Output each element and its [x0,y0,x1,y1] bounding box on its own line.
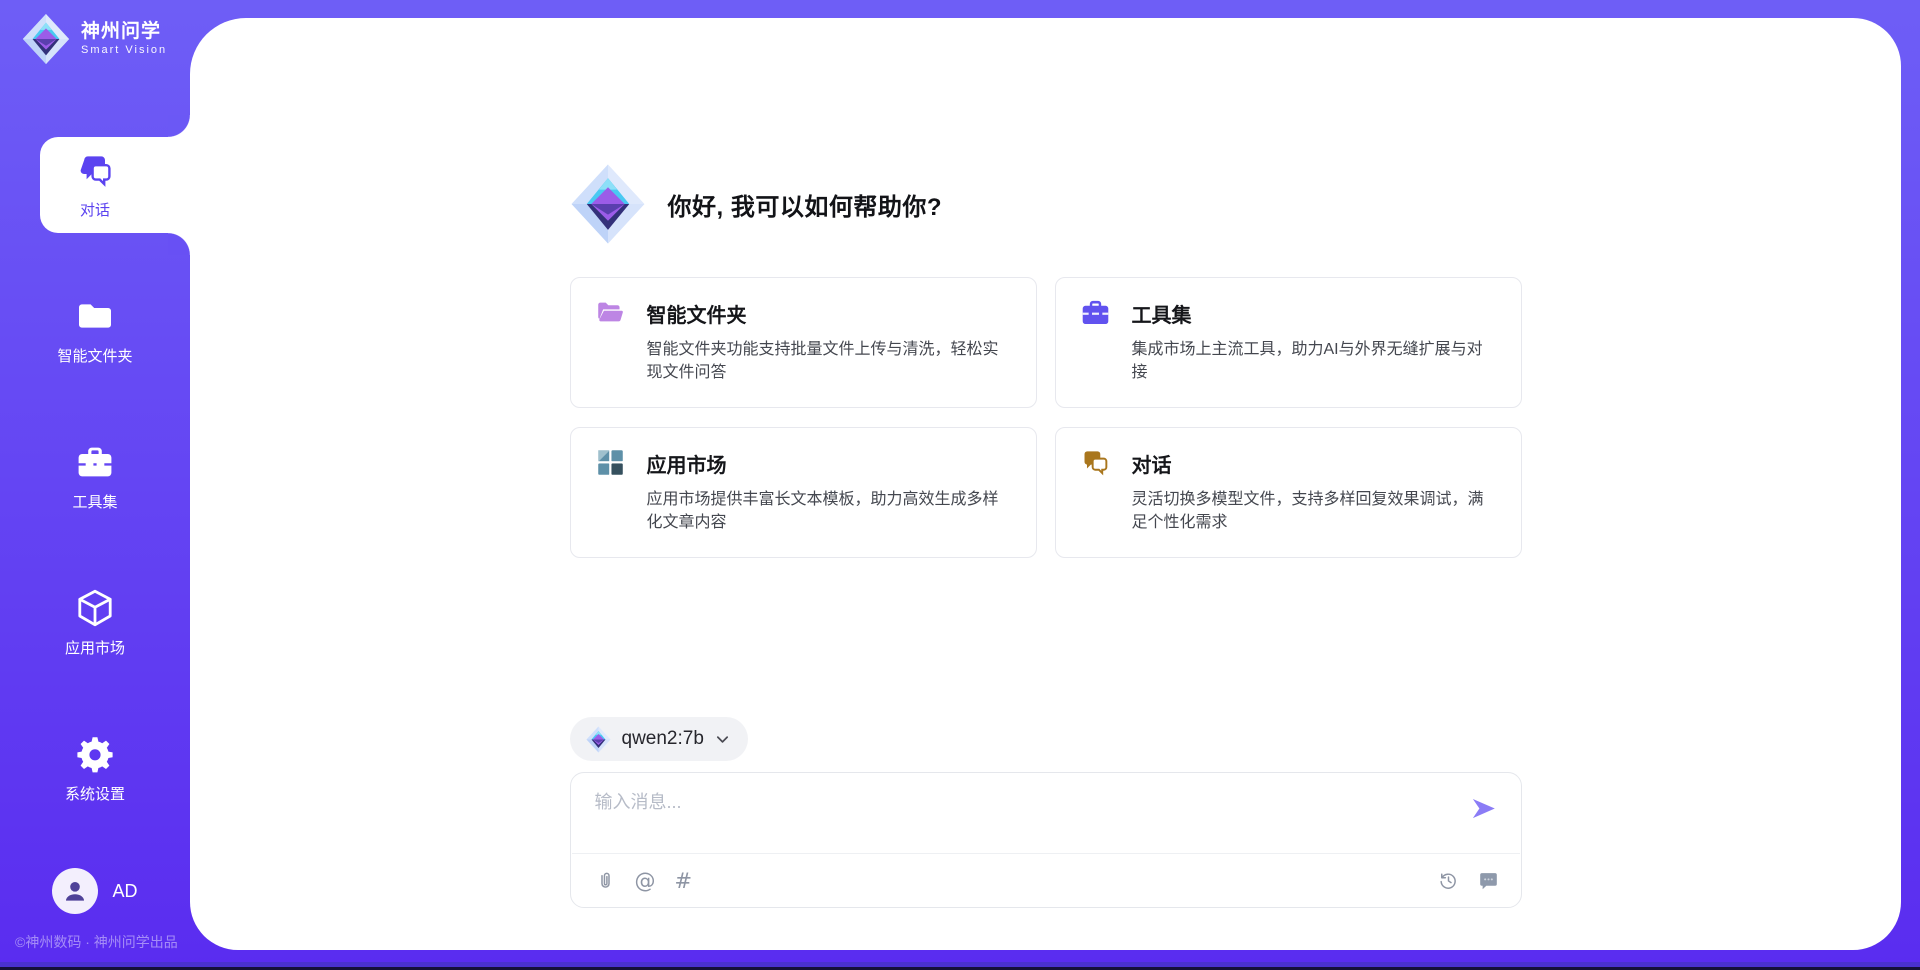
model-name: qwen2:7b [622,728,704,750]
message-input[interactable] [595,788,1435,846]
folder-icon [75,296,115,336]
attach-file-button[interactable] [595,870,616,891]
sidebar-item-toolbox[interactable]: 工具集 [0,429,190,525]
brand-title: 神州问学 [81,22,167,43]
sidebar-item-label: 应用市场 [65,637,125,658]
main-panel: 你好, 我可以如何帮助你? 智能文件夹 智能文件夹功能支持批量文件上传与清洗，轻… [190,18,1901,950]
sidebar: 神州问学 Smart Vision 对话 智能文件夹 工具集 应用市场 [0,0,190,970]
toolbox-icon [1080,297,1111,328]
avatar [52,868,98,914]
diamond-logo-icon [570,163,646,245]
app-logo: 神州问学 Smart Vision [20,13,167,65]
card-description: 集成市场上主流工具，助力AI与外界无缝扩展与对接 [1132,338,1497,384]
sidebar-item-settings[interactable]: 系统设置 [0,721,190,817]
history-button[interactable] [1438,870,1459,891]
card-title: 应用市场 [647,449,1012,478]
at-icon: @ [635,869,656,893]
card-toolbox[interactable]: 工具集 集成市场上主流工具，助力AI与外界无缝扩展与对接 [1055,277,1522,408]
card-description: 智能文件夹功能支持批量文件上传与清洗，轻松实现文件问答 [647,338,1012,384]
model-selector[interactable]: qwen2:7b [570,717,748,761]
mention-button[interactable]: @ [635,869,656,893]
sidebar-item-label: 系统设置 [65,783,125,804]
sidebar-item-chat[interactable]: 对话 [40,137,190,233]
message-composer: @ # [570,772,1522,908]
card-smart-folder[interactable]: 智能文件夹 智能文件夹功能支持批量文件上传与清洗，轻松实现文件问答 [570,277,1037,408]
topic-button[interactable]: # [675,869,693,893]
sidebar-item-label: 工具集 [72,491,117,512]
send-icon [1468,795,1498,822]
sidebar-item-app-market[interactable]: 应用市场 [0,575,190,671]
paperclip-icon [595,870,616,891]
card-title: 工具集 [1132,299,1497,328]
send-button[interactable] [1468,795,1498,822]
card-title: 智能文件夹 [647,299,1012,328]
feedback-button[interactable] [1478,870,1499,891]
user-initials: AD [112,881,137,902]
sidebar-item-label: 智能文件夹 [57,345,132,366]
greeting: 你好, 我可以如何帮助你? [570,163,943,245]
card-app-market[interactable]: 应用市场 应用市场提供丰富长文本模板，助力高效生成多样化文章内容 [570,427,1037,558]
card-chat[interactable]: 对话 灵活切换多模型文件，支持多样回复效果调试，满足个性化需求 [1055,427,1522,558]
sidebar-item-smart-folder[interactable]: 智能文件夹 [0,283,190,379]
brand-subtitle: Smart Vision [81,44,167,56]
diamond-logo-icon [586,726,611,753]
cube-icon [75,588,115,628]
diamond-logo-icon [20,13,72,65]
folder-open-icon [595,297,626,328]
hash-icon: # [675,869,693,893]
grid-cube-icon [595,447,626,478]
user-account[interactable]: AD [0,868,190,914]
chat-duo-icon [1080,447,1111,478]
person-icon [60,876,90,906]
copyright-footer: ©神州数码 · 神州问学出品 [15,932,178,952]
card-title: 对话 [1132,449,1497,478]
gear-icon [75,734,115,774]
toolbox-icon [75,442,115,482]
chevron-down-icon [715,732,730,747]
card-description: 应用市场提供丰富长文本模板，助力高效生成多样化文章内容 [647,488,1012,534]
chat-icon [75,150,115,190]
greeting-title: 你好, 我可以如何帮助你? [668,187,943,222]
sidebar-item-label: 对话 [80,199,110,220]
card-description: 灵活切换多模型文件，支持多样回复效果调试，满足个性化需求 [1132,488,1497,534]
feature-cards: 智能文件夹 智能文件夹功能支持批量文件上传与清洗，轻松实现文件问答 工具集 集成… [570,277,1522,558]
comment-icon [1478,870,1499,891]
history-icon [1438,870,1459,891]
